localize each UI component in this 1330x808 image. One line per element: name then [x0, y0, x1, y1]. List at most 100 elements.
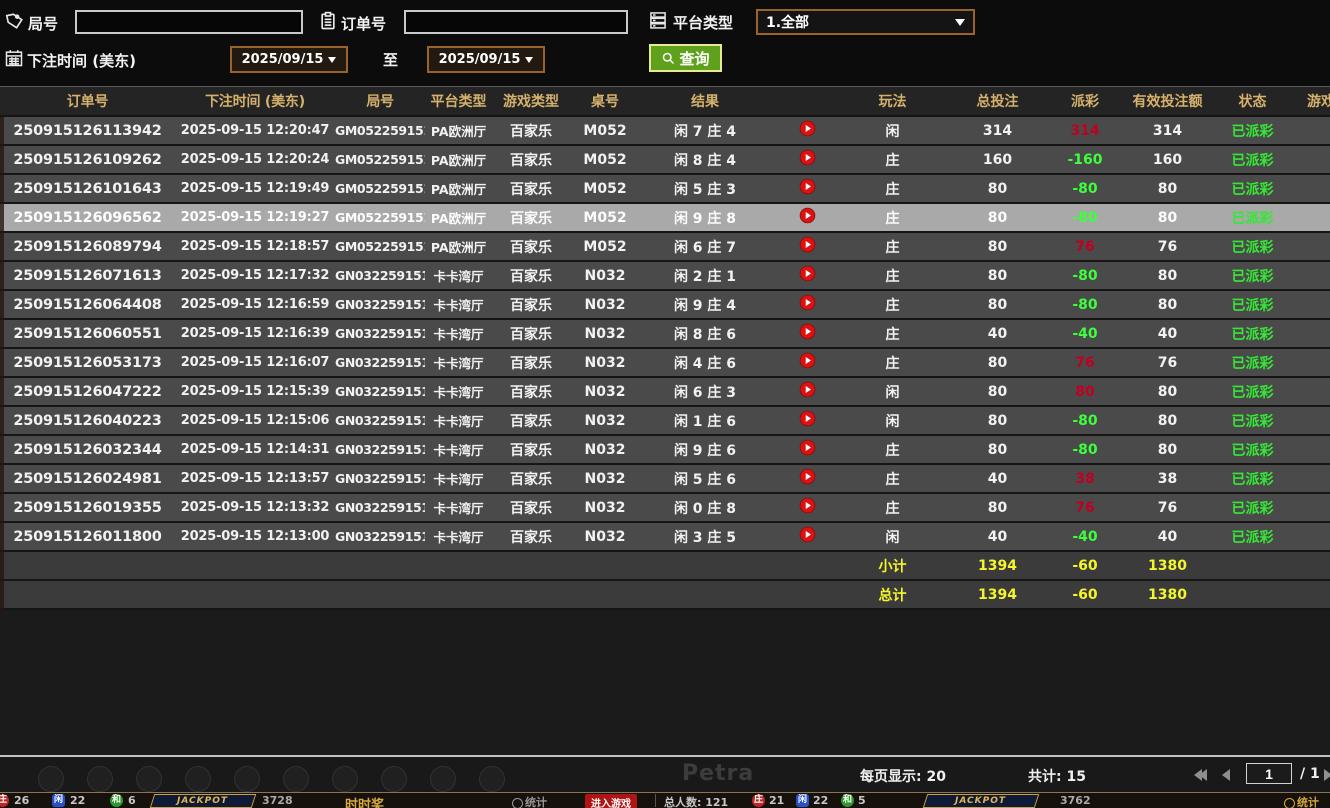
- lobby-taskbar-sliver: 庄 26 闲 22 和 6 JACKPOT 3728 时时奖 统计 进入游戏 总…: [0, 792, 1330, 808]
- divider: [655, 794, 656, 807]
- cell: 庄: [845, 150, 940, 170]
- cell: 百家乐: [492, 498, 570, 518]
- cell: 总计: [845, 585, 940, 605]
- play-icon[interactable]: [770, 149, 845, 170]
- table-row[interactable]: 2509151260472222025-09-15 12:15:39GN0322…: [0, 378, 1330, 407]
- play-icon[interactable]: [770, 410, 845, 431]
- cell: -160: [1055, 152, 1115, 168]
- play-icon[interactable]: [770, 381, 845, 402]
- play-icon[interactable]: [770, 294, 845, 315]
- play-icon[interactable]: [770, 526, 845, 547]
- play-icon[interactable]: [770, 323, 845, 344]
- cell: N032: [570, 442, 640, 458]
- table-row[interactable]: 2509151260897942025-09-15 12:18:57GM0522…: [0, 233, 1330, 262]
- cell: 已派彩: [1220, 498, 1285, 518]
- cell: 2025-09-15 12:13:00: [175, 529, 335, 544]
- stats-button[interactable]: 统计: [512, 794, 547, 808]
- cell: 80: [1115, 442, 1220, 458]
- first-page-button[interactable]: [1194, 769, 1207, 781]
- table-row[interactable]: 2509151260965622025-09-15 12:19:27GM0522…: [0, 204, 1330, 233]
- cell: N032: [570, 268, 640, 284]
- cell: 庄: [845, 208, 940, 228]
- table-row[interactable]: 2509151260118002025-09-15 12:13:00GN0322…: [0, 523, 1330, 552]
- cell: 76: [1055, 355, 1115, 371]
- cell: 160: [940, 152, 1055, 168]
- table-row[interactable]: 2509151261139422025-09-15 12:20:47GM0522…: [0, 117, 1330, 146]
- ghost-circle: [185, 766, 211, 792]
- cell: -: [1285, 442, 1330, 458]
- order-number-input[interactable]: [404, 10, 628, 34]
- cell: 2025-09-15 12:14:31: [175, 442, 335, 457]
- cell: 314: [1115, 123, 1220, 139]
- cell: 314: [1055, 123, 1115, 139]
- cell: -80: [1055, 297, 1115, 313]
- cell: 庄: [845, 440, 940, 460]
- cell: 76: [1115, 239, 1220, 255]
- order-number-label: 订单号: [341, 13, 386, 34]
- cell: 250915126071613: [0, 268, 175, 284]
- banker-count: 21: [769, 794, 784, 807]
- cell: -: [1285, 181, 1330, 197]
- cell: 卡卡湾厅: [425, 324, 492, 343]
- date-from-picker[interactable]: 2025/09/15: [230, 46, 348, 73]
- cell: 80: [940, 210, 1055, 226]
- cell: GN0322591513E: [335, 471, 425, 486]
- cell: 250915126096562: [0, 210, 175, 226]
- player-badge: 闲: [52, 794, 65, 807]
- table-row[interactable]: 2509151260716132025-09-15 12:17:32GN0322…: [0, 262, 1330, 291]
- cell: -: [1285, 239, 1330, 255]
- cell: 已派彩: [1220, 382, 1285, 402]
- cell: 80: [940, 268, 1055, 284]
- table-row[interactable]: 2509151260323442025-09-15 12:14:31GN0322…: [0, 436, 1330, 465]
- table-row[interactable]: 2509151260531732025-09-15 12:16:07GN0322…: [0, 349, 1330, 378]
- play-icon[interactable]: [770, 468, 845, 489]
- platform-type-dropdown[interactable]: 1.全部: [756, 9, 975, 35]
- play-icon[interactable]: [770, 178, 845, 199]
- cell: 百家乐: [492, 237, 570, 257]
- player-count: 22: [70, 794, 85, 807]
- ghost-circle: [381, 766, 407, 792]
- table-row[interactable]: 2509151261016432025-09-15 12:19:49GM0522…: [0, 175, 1330, 204]
- cell: 2025-09-15 12:13:32: [175, 500, 335, 515]
- cell: 80: [940, 297, 1055, 313]
- cell: 250915126109262: [0, 152, 175, 168]
- cell: 闲 8 庄 6: [640, 324, 770, 344]
- play-icon[interactable]: [770, 236, 845, 257]
- cell: 已派彩: [1220, 150, 1285, 170]
- cell: -80: [1055, 210, 1115, 226]
- cell: 庄: [845, 324, 940, 344]
- table-row[interactable]: 2509151260644082025-09-15 12:16:59GN0322…: [0, 291, 1330, 320]
- table-row[interactable]: 2509151260402232025-09-15 12:15:06GN0322…: [0, 407, 1330, 436]
- table-row[interactable]: 2509151261092622025-09-15 12:20:24GM0522…: [0, 146, 1330, 175]
- play-icon[interactable]: [770, 120, 845, 141]
- prev-page-button[interactable]: [1222, 769, 1230, 781]
- page-input[interactable]: [1246, 763, 1292, 784]
- cell: 1394: [940, 587, 1055, 603]
- play-icon[interactable]: [770, 265, 845, 286]
- date-to-picker[interactable]: 2025/09/15: [427, 46, 545, 73]
- cell: -: [1285, 268, 1330, 284]
- play-icon[interactable]: [770, 497, 845, 518]
- stats-button[interactable]: 统计: [1284, 794, 1319, 808]
- cell: 已派彩: [1220, 179, 1285, 199]
- table-row[interactable]: 2509151260193552025-09-15 12:13:32GN0322…: [0, 494, 1330, 523]
- cell: -60: [1055, 587, 1115, 603]
- cell: 闲: [845, 121, 940, 141]
- table-row[interactable]: 2509151260249812025-09-15 12:13:57GN0322…: [0, 465, 1330, 494]
- next-page-button[interactable]: [1324, 769, 1330, 781]
- play-icon[interactable]: [770, 352, 845, 373]
- round-number-input[interactable]: [75, 10, 303, 34]
- play-icon[interactable]: [770, 207, 845, 228]
- query-button[interactable]: 查询: [649, 44, 722, 72]
- play-icon[interactable]: [770, 439, 845, 460]
- cell: 卡卡湾厅: [425, 295, 492, 314]
- cell: -40: [1055, 529, 1115, 545]
- table-row[interactable]: 2509151260605512025-09-15 12:16:39GN0322…: [0, 320, 1330, 349]
- enter-game-button[interactable]: 进入游戏: [585, 794, 637, 808]
- cell: 闲 3 庄 5: [640, 527, 770, 547]
- cell: M052: [570, 181, 640, 197]
- player-badge: 闲: [796, 794, 809, 807]
- cell: GN0322591513C: [335, 529, 425, 544]
- cell: -60: [1055, 558, 1115, 574]
- cell: 闲 5 庄 6: [640, 469, 770, 489]
